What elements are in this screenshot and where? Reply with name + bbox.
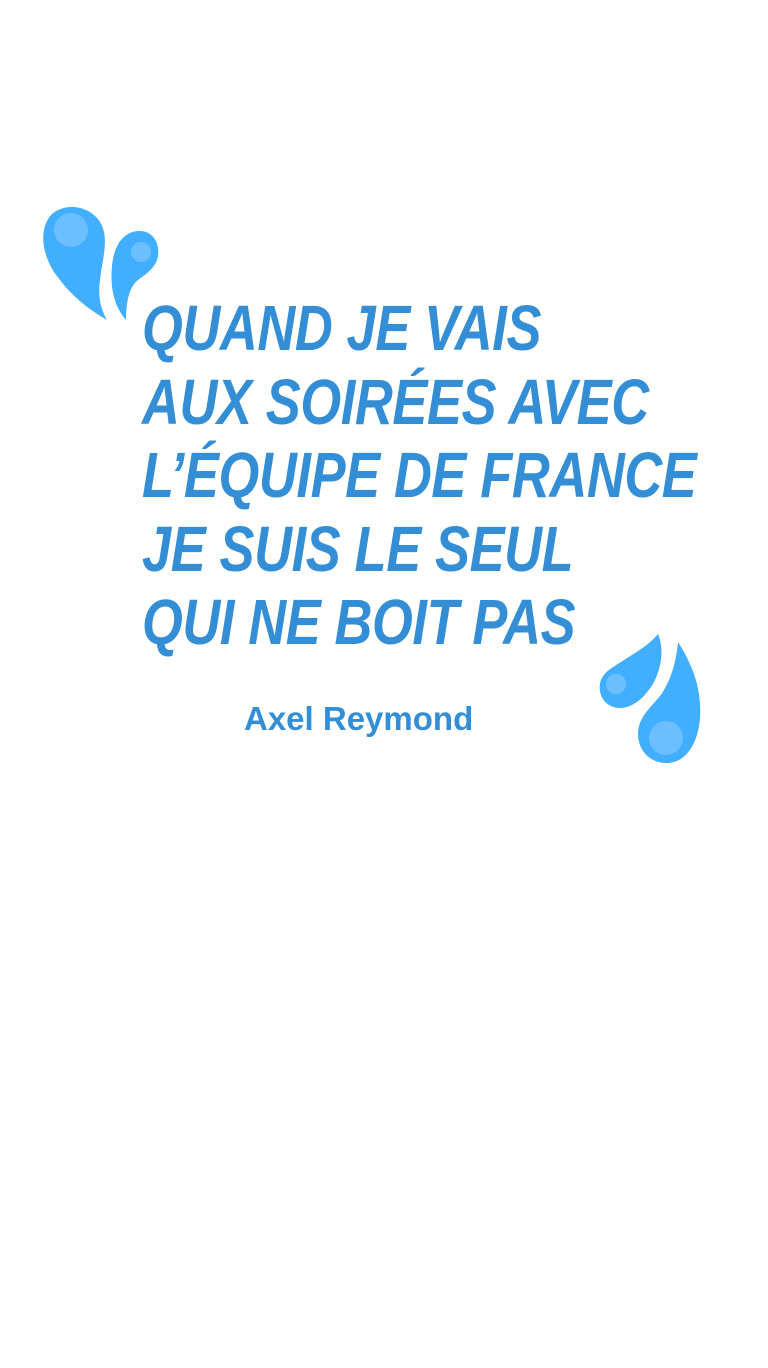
- quote-text: QUAND JE VAIS AUX SOIRÉES AVEC L’ÉQUIPE …: [142, 292, 768, 660]
- quote-line: L’ÉQUIPE DE FRANCE: [142, 439, 697, 511]
- quote-line: QUAND JE VAIS: [142, 292, 542, 364]
- quote-author: Axel Reymond: [244, 700, 474, 737]
- quote-line: QUI NE BOIT PAS: [142, 586, 576, 658]
- quote-line: JE SUIS LE SEUL: [142, 512, 574, 585]
- quote-line: AUX SOIRÉES AVEC: [142, 365, 649, 438]
